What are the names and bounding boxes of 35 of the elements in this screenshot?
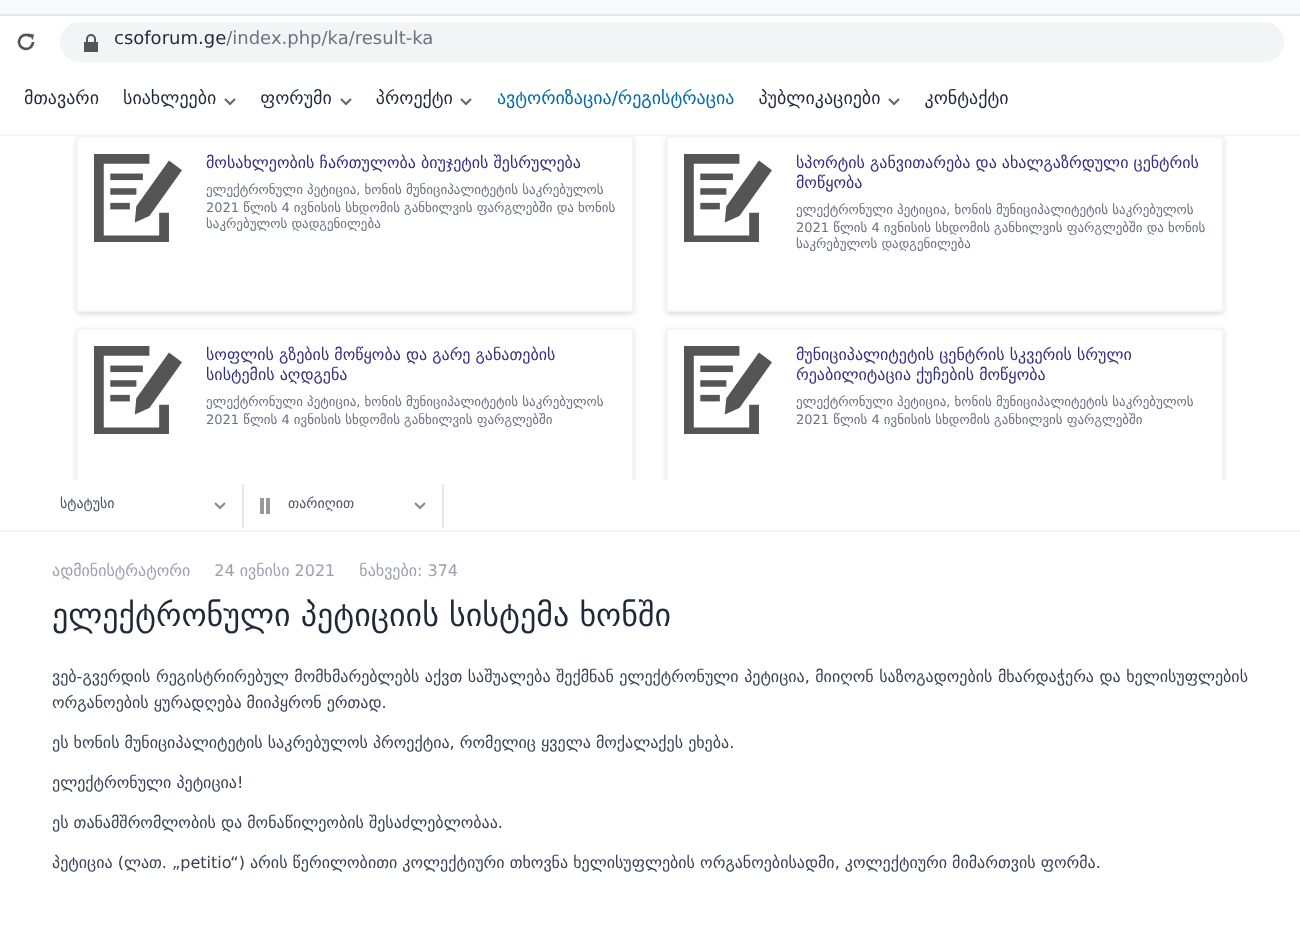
caret-icon [214, 501, 226, 509]
nav-link[interactable]: კონტაქტი [924, 87, 1009, 115]
article-paragraph: ელექტრონული პეტიცია! [52, 772, 246, 796]
url-text: csoforum.ge/index.php/ka/result-ka [114, 28, 434, 55]
document-pen-icon [94, 154, 182, 242]
document-pen-icon [684, 346, 772, 434]
chevron-icon [224, 97, 237, 105]
chevron-icon [460, 97, 473, 105]
article-views: ნახვები: 374 [359, 560, 459, 584]
article-paragraph: ვებ-გვერდის რეგისტრირებულ მომხმარებლებს აქვთ საშუალება შექმნან ელექტრონული პეტიცია, მიიღონ საზოგადოების მხარდაჭერა და ხელისუფლების ორგანოების ყურადღება მიიპყრონ ერთად. [52, 666, 1248, 716]
article-paragraph: პეტიცია (ლათ. „petitio“) არის წერილობითი კოლექტიური თხოვნა ხელისუფლების ორგანოებისადმი, კოლექტიური მიმართვის ფორმა. [52, 852, 1103, 876]
article-author: ადმინისტრატორი [52, 560, 191, 584]
chevron-icon [339, 97, 352, 105]
card-title[interactable]: მოსახლეობის ჩართულობა ბიუჯეტის შესრულება [206, 154, 616, 174]
sort-icon [260, 497, 272, 513]
article-paragraph: ეს ხონის მუნიციპალიტეტის საკრებულოს პროექტია, რომელიც ყველა მოქალაქეს ეხება. [52, 732, 737, 756]
reload-icon[interactable] [16, 32, 36, 52]
document-pen-icon [94, 346, 182, 434]
card-title[interactable]: სპორტის განვითარება და ახალგაზრდული ცენტრის მოწყობა [796, 154, 1206, 194]
nav-link[interactable]: ავტორიზაცია/რეგისტრაცია [496, 87, 735, 115]
article-title: ელექტრონული პეტიციის სისტემა ხონში [52, 594, 674, 638]
address-bar[interactable]: csoforum.ge/index.php/ka/result-ka [60, 22, 1284, 62]
lock-icon [84, 33, 98, 51]
article-paragraph: ეს თანამშრომლობის და მონაწილეობის შესაძლებლობაა. [52, 812, 505, 836]
document-pen-icon [684, 154, 772, 242]
nav-link[interactable]: მთავარი [24, 87, 99, 115]
card-title[interactable]: სოფლის გზების მოწყობა და გარე განათების სისტემის აღდგენა [206, 346, 616, 386]
chevron-icon [888, 97, 901, 105]
nav-link[interactable]: სიახლეები [123, 87, 237, 115]
nav-link[interactable]: პროექტი [375, 87, 473, 115]
nav-link[interactable]: ფორუმი [260, 87, 352, 115]
card-title[interactable]: მუნიციპალიტეტის ცენტრის სკვერის სრული რეაბილიტაცია ქუჩების მოწყობა [796, 346, 1206, 386]
caret-icon [414, 501, 426, 509]
nav-link[interactable]: პუბლიკაციები [758, 87, 901, 115]
article-date: 24 ივნისი 2021 [214, 560, 336, 584]
